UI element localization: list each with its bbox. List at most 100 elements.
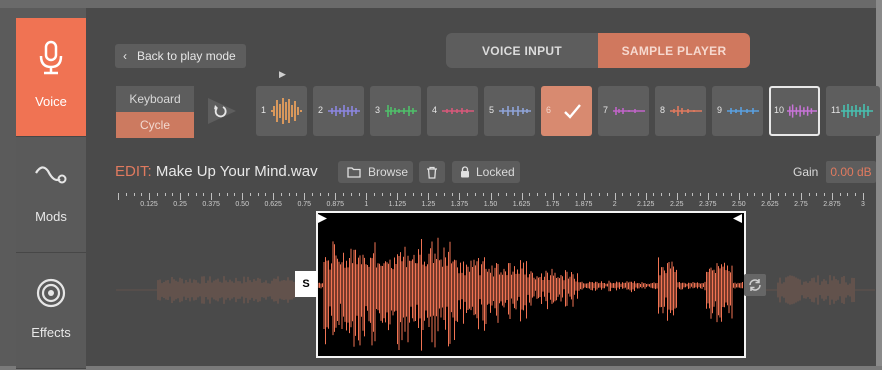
ruler-tick bbox=[218, 193, 220, 196]
sample-slot-4[interactable]: 4 bbox=[427, 86, 478, 136]
ruler-tick bbox=[847, 193, 849, 196]
ruler-tick bbox=[443, 193, 445, 196]
ruler-tick bbox=[575, 193, 577, 196]
selection-region[interactable] bbox=[316, 211, 746, 358]
ruler-tick bbox=[374, 193, 376, 196]
ruler-label: 0.50 bbox=[235, 201, 249, 208]
ruler-tick bbox=[327, 193, 329, 196]
sidebar-item-mods[interactable]: Mods bbox=[16, 137, 86, 253]
ruler-tick bbox=[141, 193, 143, 196]
browse-label: Browse bbox=[368, 165, 409, 179]
ruler-label: 2.625 bbox=[761, 201, 779, 208]
ruler-tick bbox=[599, 193, 601, 196]
locked-toggle[interactable]: Locked bbox=[452, 161, 520, 183]
ruler-tick bbox=[164, 193, 166, 196]
ruler-label: 1.125 bbox=[388, 201, 407, 208]
ruler-label: 0.75 bbox=[297, 201, 312, 208]
ruler-tick bbox=[226, 193, 228, 196]
right-edge bbox=[876, 0, 882, 370]
microphone-icon bbox=[39, 40, 63, 75]
slot-waveform-icon bbox=[787, 104, 817, 118]
ruler-tick bbox=[506, 193, 508, 196]
slot-number: 4 bbox=[432, 105, 438, 115]
back-to-play-mode-button[interactable]: ‹ Back to play mode bbox=[115, 44, 246, 68]
sample-slot-1[interactable]: 1 bbox=[256, 86, 307, 136]
slot-number: 3 bbox=[375, 105, 381, 115]
ruler-tick bbox=[451, 193, 453, 196]
ruler-tick bbox=[187, 193, 189, 196]
trigger-mode-selector: Keyboard Cycle bbox=[116, 86, 194, 138]
sidebar-item-label: Voice bbox=[35, 94, 67, 109]
ruler-tick bbox=[343, 193, 345, 196]
end-marker-icon[interactable] bbox=[733, 214, 742, 223]
browse-button[interactable]: Browse bbox=[338, 161, 413, 183]
sample-slot-2[interactable]: 2 bbox=[313, 86, 364, 136]
ruler-tick bbox=[490, 193, 492, 200]
ruler-tick bbox=[855, 193, 857, 196]
ruler-tick bbox=[249, 193, 251, 196]
ruler-tick bbox=[544, 193, 546, 196]
ruler-tick bbox=[793, 193, 795, 196]
ruler-label: 1.25 bbox=[421, 201, 436, 208]
sample-slot-9[interactable]: 9 bbox=[712, 86, 763, 136]
tab-sample-player[interactable]: SAMPLE PLAYER bbox=[598, 33, 750, 68]
sample-slot-3[interactable]: 3 bbox=[370, 86, 421, 136]
ruler-tick bbox=[668, 193, 670, 196]
ruler-label: 2.375 bbox=[699, 201, 717, 208]
keyboard-mode-button[interactable]: Keyboard bbox=[116, 86, 194, 112]
ruler-label: 2.25 bbox=[669, 201, 684, 208]
locked-label: Locked bbox=[476, 165, 515, 179]
sidebar-item-label: Mods bbox=[35, 209, 67, 224]
selected-waveform bbox=[317, 237, 743, 351]
slot-number: 11 bbox=[831, 105, 841, 115]
ruler-tick bbox=[257, 193, 259, 196]
delete-button[interactable] bbox=[419, 161, 445, 183]
sample-slot-6[interactable]: 6 bbox=[541, 86, 592, 136]
ruler-tick bbox=[304, 193, 306, 200]
sidebar-item-effects[interactable]: Effects bbox=[16, 253, 86, 369]
sample-slot-7[interactable]: 7 bbox=[598, 86, 649, 136]
ruler-tick bbox=[381, 193, 383, 196]
ruler-tick bbox=[777, 193, 779, 196]
loop-icon bbox=[749, 279, 761, 291]
start-point-tag[interactable]: S bbox=[295, 271, 317, 297]
ruler-tick bbox=[863, 193, 864, 200]
ruler-tick bbox=[769, 193, 771, 200]
ruler-tick bbox=[684, 193, 686, 196]
gain-input[interactable]: 0.00 dB bbox=[826, 161, 876, 183]
sample-slot-11[interactable]: 11 bbox=[826, 86, 880, 136]
ruler-tick bbox=[552, 193, 554, 200]
bottom-edge bbox=[0, 366, 882, 370]
ruler-tick bbox=[808, 193, 810, 196]
slot-waveform-icon bbox=[499, 106, 531, 116]
cycle-arrow-icon[interactable] bbox=[206, 96, 238, 126]
mode-toggle: VOICE INPUT SAMPLE PLAYER bbox=[446, 33, 750, 68]
sample-slot-5[interactable]: 5 bbox=[484, 86, 535, 136]
slot-number: 10 bbox=[774, 105, 785, 115]
slot-number: 5 bbox=[489, 105, 495, 115]
sample-slot-8[interactable]: 8 bbox=[655, 86, 706, 136]
cycle-mode-button[interactable]: Cycle bbox=[116, 112, 194, 138]
ruler-label: 2.50 bbox=[732, 201, 746, 208]
ruler-tick bbox=[350, 193, 352, 196]
slot-number: 6 bbox=[546, 105, 552, 115]
ruler-tick bbox=[583, 193, 585, 200]
target-icon bbox=[36, 278, 66, 308]
ruler-tick bbox=[498, 193, 500, 196]
sidebar-item-voice[interactable]: Voice bbox=[16, 18, 86, 137]
loop-button[interactable] bbox=[744, 274, 766, 296]
ruler-tick bbox=[645, 193, 647, 200]
ruler-tick bbox=[746, 193, 748, 196]
start-marker-icon[interactable] bbox=[318, 214, 327, 223]
ruler-tick bbox=[700, 193, 702, 196]
slot-waveform-icon bbox=[670, 106, 702, 116]
ruler-tick bbox=[234, 193, 236, 196]
ruler-label: 0.875 bbox=[326, 201, 345, 208]
ruler-tick bbox=[537, 193, 539, 196]
ruler-tick bbox=[676, 193, 678, 200]
chevron-left-icon: ‹ bbox=[123, 49, 127, 63]
ruler-label: 0.375 bbox=[202, 201, 220, 208]
tab-voice-input[interactable]: VOICE INPUT bbox=[446, 33, 598, 68]
ruler-tick bbox=[436, 193, 438, 196]
sample-slot-10[interactable]: 10 bbox=[769, 86, 820, 136]
